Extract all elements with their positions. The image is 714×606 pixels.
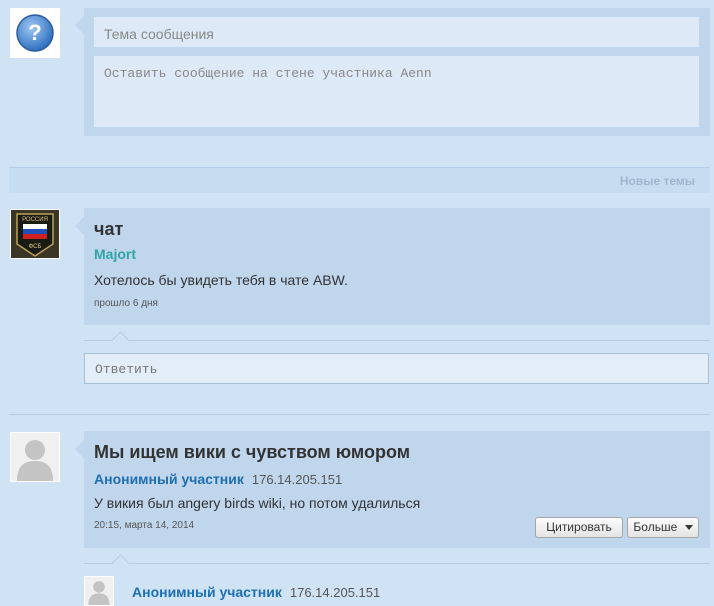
reply-input[interactable]: Ответить	[84, 353, 709, 384]
russia-fsb-patch-icon: РОССИЯ ФСБ	[11, 210, 59, 258]
svg-text:РОССИЯ: РОССИЯ	[22, 217, 48, 223]
divider	[84, 340, 710, 341]
reply-ip-address[interactable]: 176.14.205.151	[290, 585, 380, 600]
reply-notch	[111, 554, 130, 573]
more-button[interactable]: Больше	[627, 517, 699, 538]
ip-address[interactable]: 176.14.205.151	[252, 472, 342, 487]
question-mark-icon: ?	[16, 14, 54, 52]
reply-notch	[111, 331, 130, 350]
section-bar: Новые темы	[9, 167, 710, 193]
subject-input[interactable]: Тема сообщения	[94, 17, 699, 47]
more-label: Больше	[633, 520, 678, 534]
author-link-line: Анонимный участник 176.14.205.151	[94, 471, 342, 487]
dropdown-arrow-icon	[684, 525, 693, 531]
wall-message-textarea[interactable]: Оставить сообщение на стене участника Ae…	[94, 56, 699, 127]
thread-title[interactable]: чат	[94, 219, 123, 240]
reply-author-link[interactable]: Анонимный участник	[132, 584, 282, 600]
quote-button[interactable]: Цитировать	[535, 517, 623, 538]
thread-card	[84, 208, 710, 325]
author-link[interactable]: Majort	[94, 246, 136, 262]
svg-text:?: ?	[28, 20, 41, 45]
avatar-unknown: ?	[10, 8, 60, 58]
bubble-pointer	[75, 217, 84, 235]
thread-title[interactable]: Мы ищем вики с чувством юмором	[94, 442, 410, 463]
timestamp: 20:15, марта 14, 2014	[94, 520, 195, 531]
svg-text:ФСБ: ФСБ	[29, 244, 42, 250]
author-link[interactable]: Анонимный участник	[94, 471, 244, 487]
user-silhouette-icon	[17, 440, 53, 481]
reply-avatar	[84, 576, 114, 606]
bubble-pointer	[75, 440, 84, 458]
avatar-anonymous	[10, 432, 60, 482]
user-silhouette-icon	[88, 581, 110, 605]
new-topics-link[interactable]: Новые темы	[620, 174, 695, 188]
avatar-majort: РОССИЯ ФСБ	[10, 209, 60, 259]
reply-author-line: Анонимный участник 176.14.205.151	[132, 584, 380, 600]
bubble-pointer	[75, 16, 84, 34]
thread-message: У викия был angery birds wiki, но потом …	[94, 495, 421, 511]
divider	[84, 563, 710, 564]
thread-divider	[9, 414, 710, 415]
timestamp: прошло 6 дня	[94, 298, 158, 309]
thread-message: Хотелось бы увидеть тебя в чате ABW.	[94, 272, 348, 288]
